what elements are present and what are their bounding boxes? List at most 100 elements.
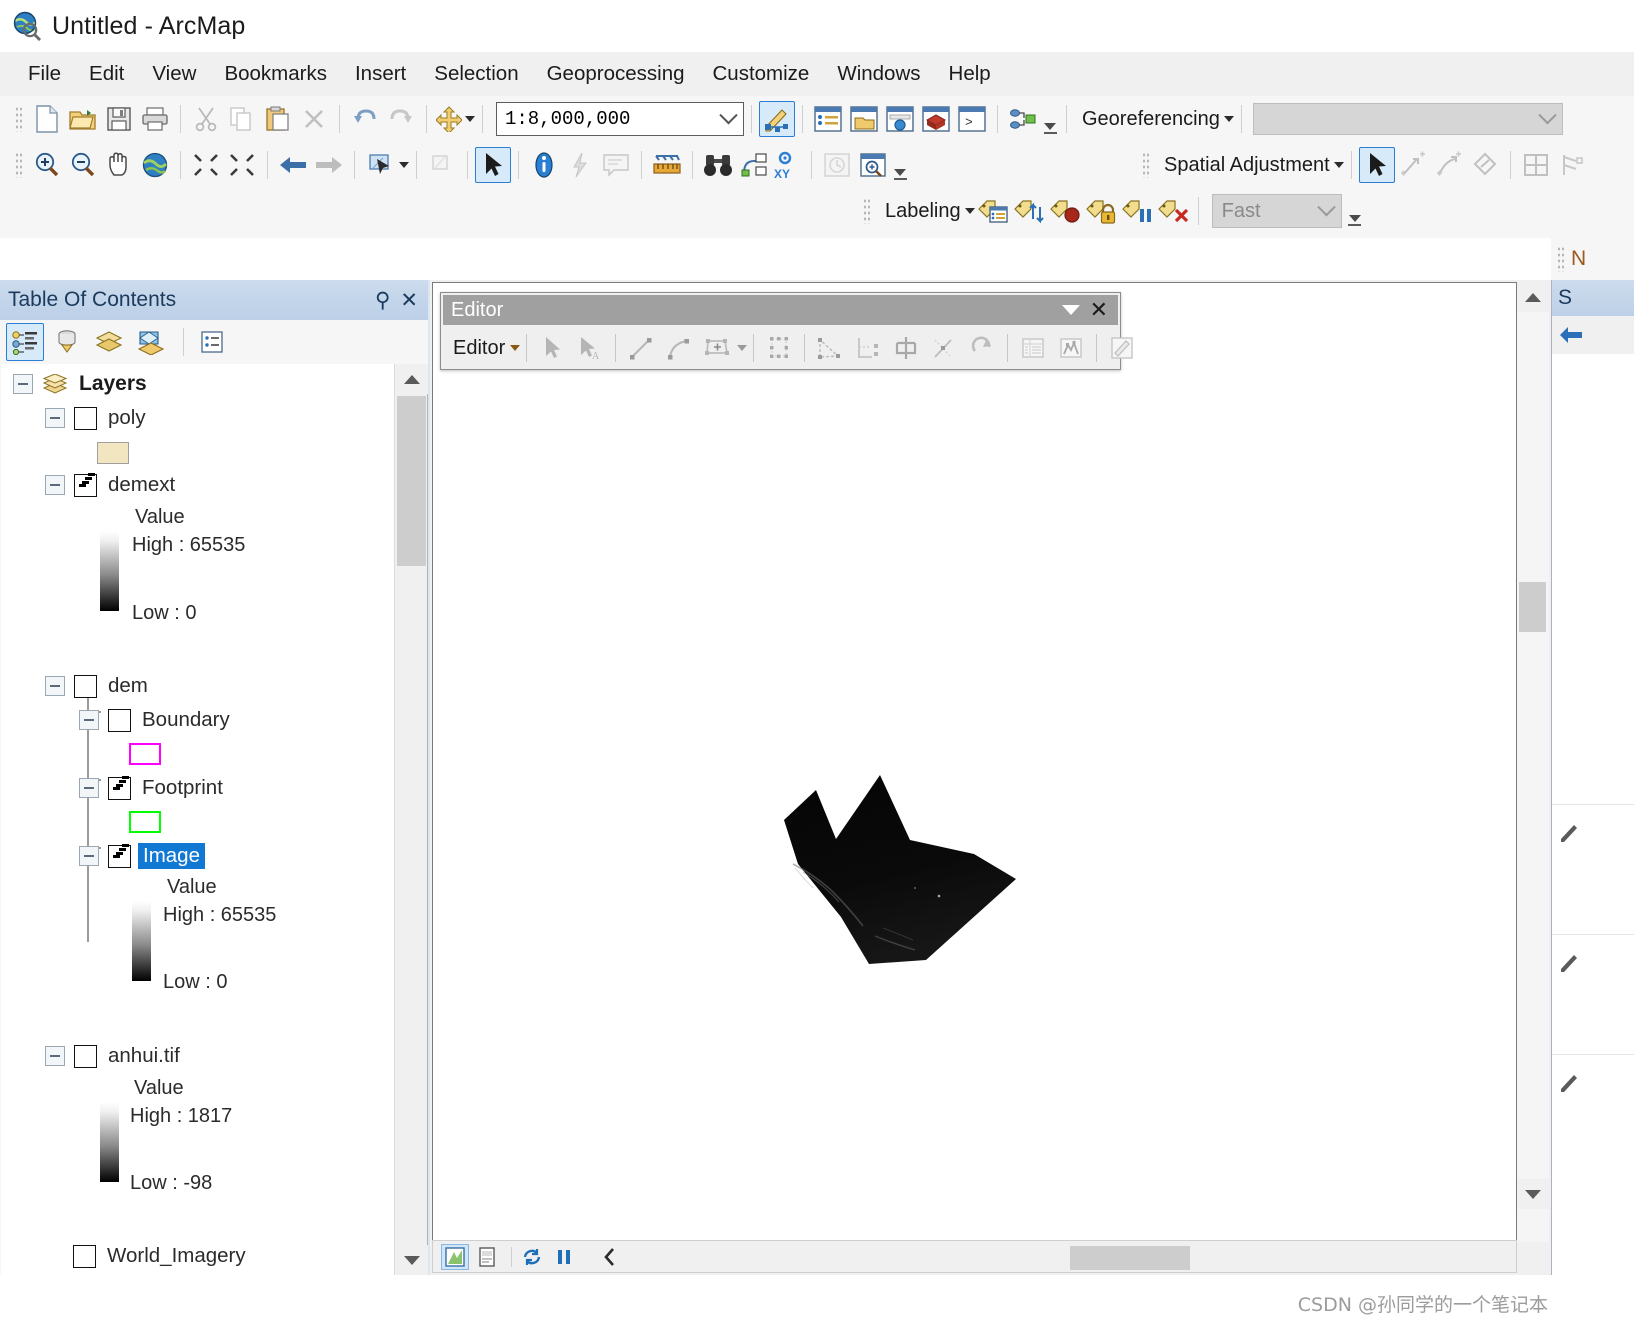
labeling-dropdown-caret[interactable]	[964, 208, 975, 214]
layer-row-anhui-tif[interactable]: anhui.tif	[45, 1044, 180, 1068]
label-priority-ranking-icon[interactable]	[1011, 193, 1047, 229]
labeling-menu-label[interactable]: Labeling	[877, 200, 964, 223]
expand-collapse-toggle[interactable]	[79, 846, 99, 866]
label-engine-quality-select[interactable]: Fast	[1211, 194, 1342, 228]
layer-visibility-checkbox[interactable]	[74, 674, 97, 698]
pause-labeling-icon[interactable]	[1119, 193, 1155, 229]
toolbar-overflow-button[interactable]	[1041, 102, 1059, 136]
search-window-icon[interactable]	[882, 101, 918, 137]
menu-selection[interactable]: Selection	[420, 60, 532, 88]
python-window-icon[interactable]: >	[954, 101, 990, 137]
layer-tree-root[interactable]: Layers	[13, 372, 147, 396]
layout-view-icon[interactable]	[473, 1244, 501, 1270]
select-features-dropdown-caret[interactable]	[399, 162, 409, 168]
layer-row-footprint[interactable]: Footprint	[79, 776, 223, 800]
label-manager-icon[interactable]	[975, 193, 1011, 229]
menu-customize[interactable]: Customize	[699, 60, 824, 88]
expand-collapse-toggle[interactable]	[45, 1046, 65, 1066]
toolbar-overflow-button[interactable]	[891, 148, 909, 182]
create-viewer-window-icon[interactable]	[855, 147, 891, 183]
list-item[interactable]	[1552, 1054, 1634, 1106]
list-by-source-icon[interactable]	[48, 323, 86, 361]
layer-tree[interactable]: Layers poly demext Value High : 65535 Lo…	[1, 364, 411, 1275]
fixed-zoom-in-icon[interactable]	[188, 147, 224, 183]
layer-visibility-checkbox[interactable]	[108, 708, 131, 732]
editor-window-titlebar[interactable]: Editor ✕	[443, 295, 1118, 325]
catalog-window-icon[interactable]	[846, 101, 882, 137]
menu-bookmarks[interactable]: Bookmarks	[210, 60, 341, 88]
collapse-panel-chevron-icon[interactable]	[596, 1244, 624, 1270]
chevron-down-icon[interactable]	[1061, 305, 1080, 315]
paste-icon[interactable]	[260, 101, 296, 137]
layer-visibility-checkbox[interactable]	[74, 406, 97, 430]
chevron-down-icon[interactable]	[1316, 197, 1336, 218]
expand-collapse-toggle[interactable]	[45, 475, 65, 495]
georeferencing-menu-label[interactable]: Georeferencing	[1074, 108, 1223, 131]
save-icon[interactable]	[101, 101, 137, 137]
layer-label[interactable]: Image	[138, 843, 205, 869]
scroll-up-arrow-icon[interactable]	[1517, 282, 1549, 312]
arctoolbox-icon[interactable]	[918, 101, 954, 137]
zoom-in-icon[interactable]	[29, 147, 65, 183]
editor-toolbar-toggle-icon[interactable]	[759, 101, 795, 137]
layer-row-image[interactable]: Image	[79, 843, 205, 869]
expand-collapse-toggle[interactable]	[79, 710, 99, 730]
add-data-icon[interactable]	[434, 101, 464, 137]
layer-visibility-checkbox[interactable]	[74, 1044, 97, 1068]
pan-hand-icon[interactable]	[101, 147, 137, 183]
pause-drawing-icon[interactable]	[550, 1244, 578, 1270]
options-icon[interactable]	[193, 323, 231, 361]
expand-collapse-toggle[interactable]	[45, 676, 65, 696]
refresh-icon[interactable]	[518, 1244, 546, 1270]
find-route-icon[interactable]	[736, 147, 772, 183]
map-horizontal-scrollbar-thumb[interactable]	[1070, 1246, 1190, 1270]
expand-collapse-toggle[interactable]	[45, 408, 65, 428]
menu-insert[interactable]: Insert	[341, 60, 420, 88]
scrollbar-thumb[interactable]	[1519, 582, 1546, 632]
chevron-down-icon[interactable]	[1538, 105, 1557, 126]
scrollbar-thumb[interactable]	[397, 396, 426, 566]
toolbar-grip[interactable]	[15, 106, 24, 132]
scroll-down-arrow-icon[interactable]	[1517, 1179, 1549, 1209]
zoom-out-icon[interactable]	[65, 147, 101, 183]
editor-dropdown-caret[interactable]	[510, 345, 521, 351]
pin-icon[interactable]: ⚲	[369, 288, 396, 313]
toolbar-grip[interactable]	[15, 152, 24, 178]
select-elements-arrow-icon[interactable]	[475, 147, 511, 183]
layer-visibility-checkbox[interactable]	[108, 844, 131, 868]
close-icon[interactable]: ✕	[396, 288, 428, 313]
open-folder-icon[interactable]	[65, 101, 101, 137]
map-vertical-scrollbar[interactable]	[1517, 282, 1549, 1242]
close-icon[interactable]: ✕	[1090, 297, 1108, 323]
toolbar-grip[interactable]	[1557, 246, 1566, 272]
add-data-dropdown-caret[interactable]	[465, 116, 475, 122]
editor-menu-label[interactable]: Editor	[449, 337, 505, 360]
layer-visibility-checkbox[interactable]	[73, 1244, 96, 1268]
toolbar-grip[interactable]	[863, 198, 872, 224]
list-by-selection-icon[interactable]	[132, 323, 170, 361]
label-weight-ranking-icon[interactable]	[1047, 193, 1083, 229]
map-canvas[interactable]	[432, 282, 1517, 1242]
table-of-contents-scrollbar[interactable]	[394, 364, 428, 1275]
menu-help[interactable]: Help	[935, 60, 1005, 88]
menu-edit[interactable]: Edit	[75, 60, 138, 88]
georeferencing-layer-combo[interactable]	[1252, 103, 1563, 135]
lock-labels-icon[interactable]	[1083, 193, 1119, 229]
map-scale-combo[interactable]: 1:8,000,000	[496, 102, 744, 136]
layer-row-boundary[interactable]: Boundary	[79, 708, 230, 732]
table-of-contents-icon[interactable]	[810, 101, 846, 137]
layer-visibility-checkbox[interactable]	[108, 776, 131, 800]
list-item[interactable]	[1552, 934, 1634, 986]
layer-row-demext[interactable]: demext	[45, 473, 175, 497]
scroll-up-arrow-icon[interactable]	[395, 364, 428, 394]
spatial-adjustment-dropdown-caret[interactable]	[1333, 162, 1344, 168]
chevron-down-icon[interactable]	[713, 105, 743, 126]
layer-visibility-checkbox[interactable]	[74, 473, 97, 497]
new-document-icon[interactable]	[29, 101, 65, 137]
measure-ruler-icon[interactable]	[649, 147, 685, 183]
view-unplaced-labels-icon[interactable]	[1155, 193, 1191, 229]
find-binoculars-icon[interactable]	[700, 147, 736, 183]
toolbar-overflow-button[interactable]	[1346, 194, 1364, 228]
menu-geoprocessing[interactable]: Geoprocessing	[533, 60, 699, 88]
go-to-xy-icon[interactable]: XY	[772, 147, 804, 183]
